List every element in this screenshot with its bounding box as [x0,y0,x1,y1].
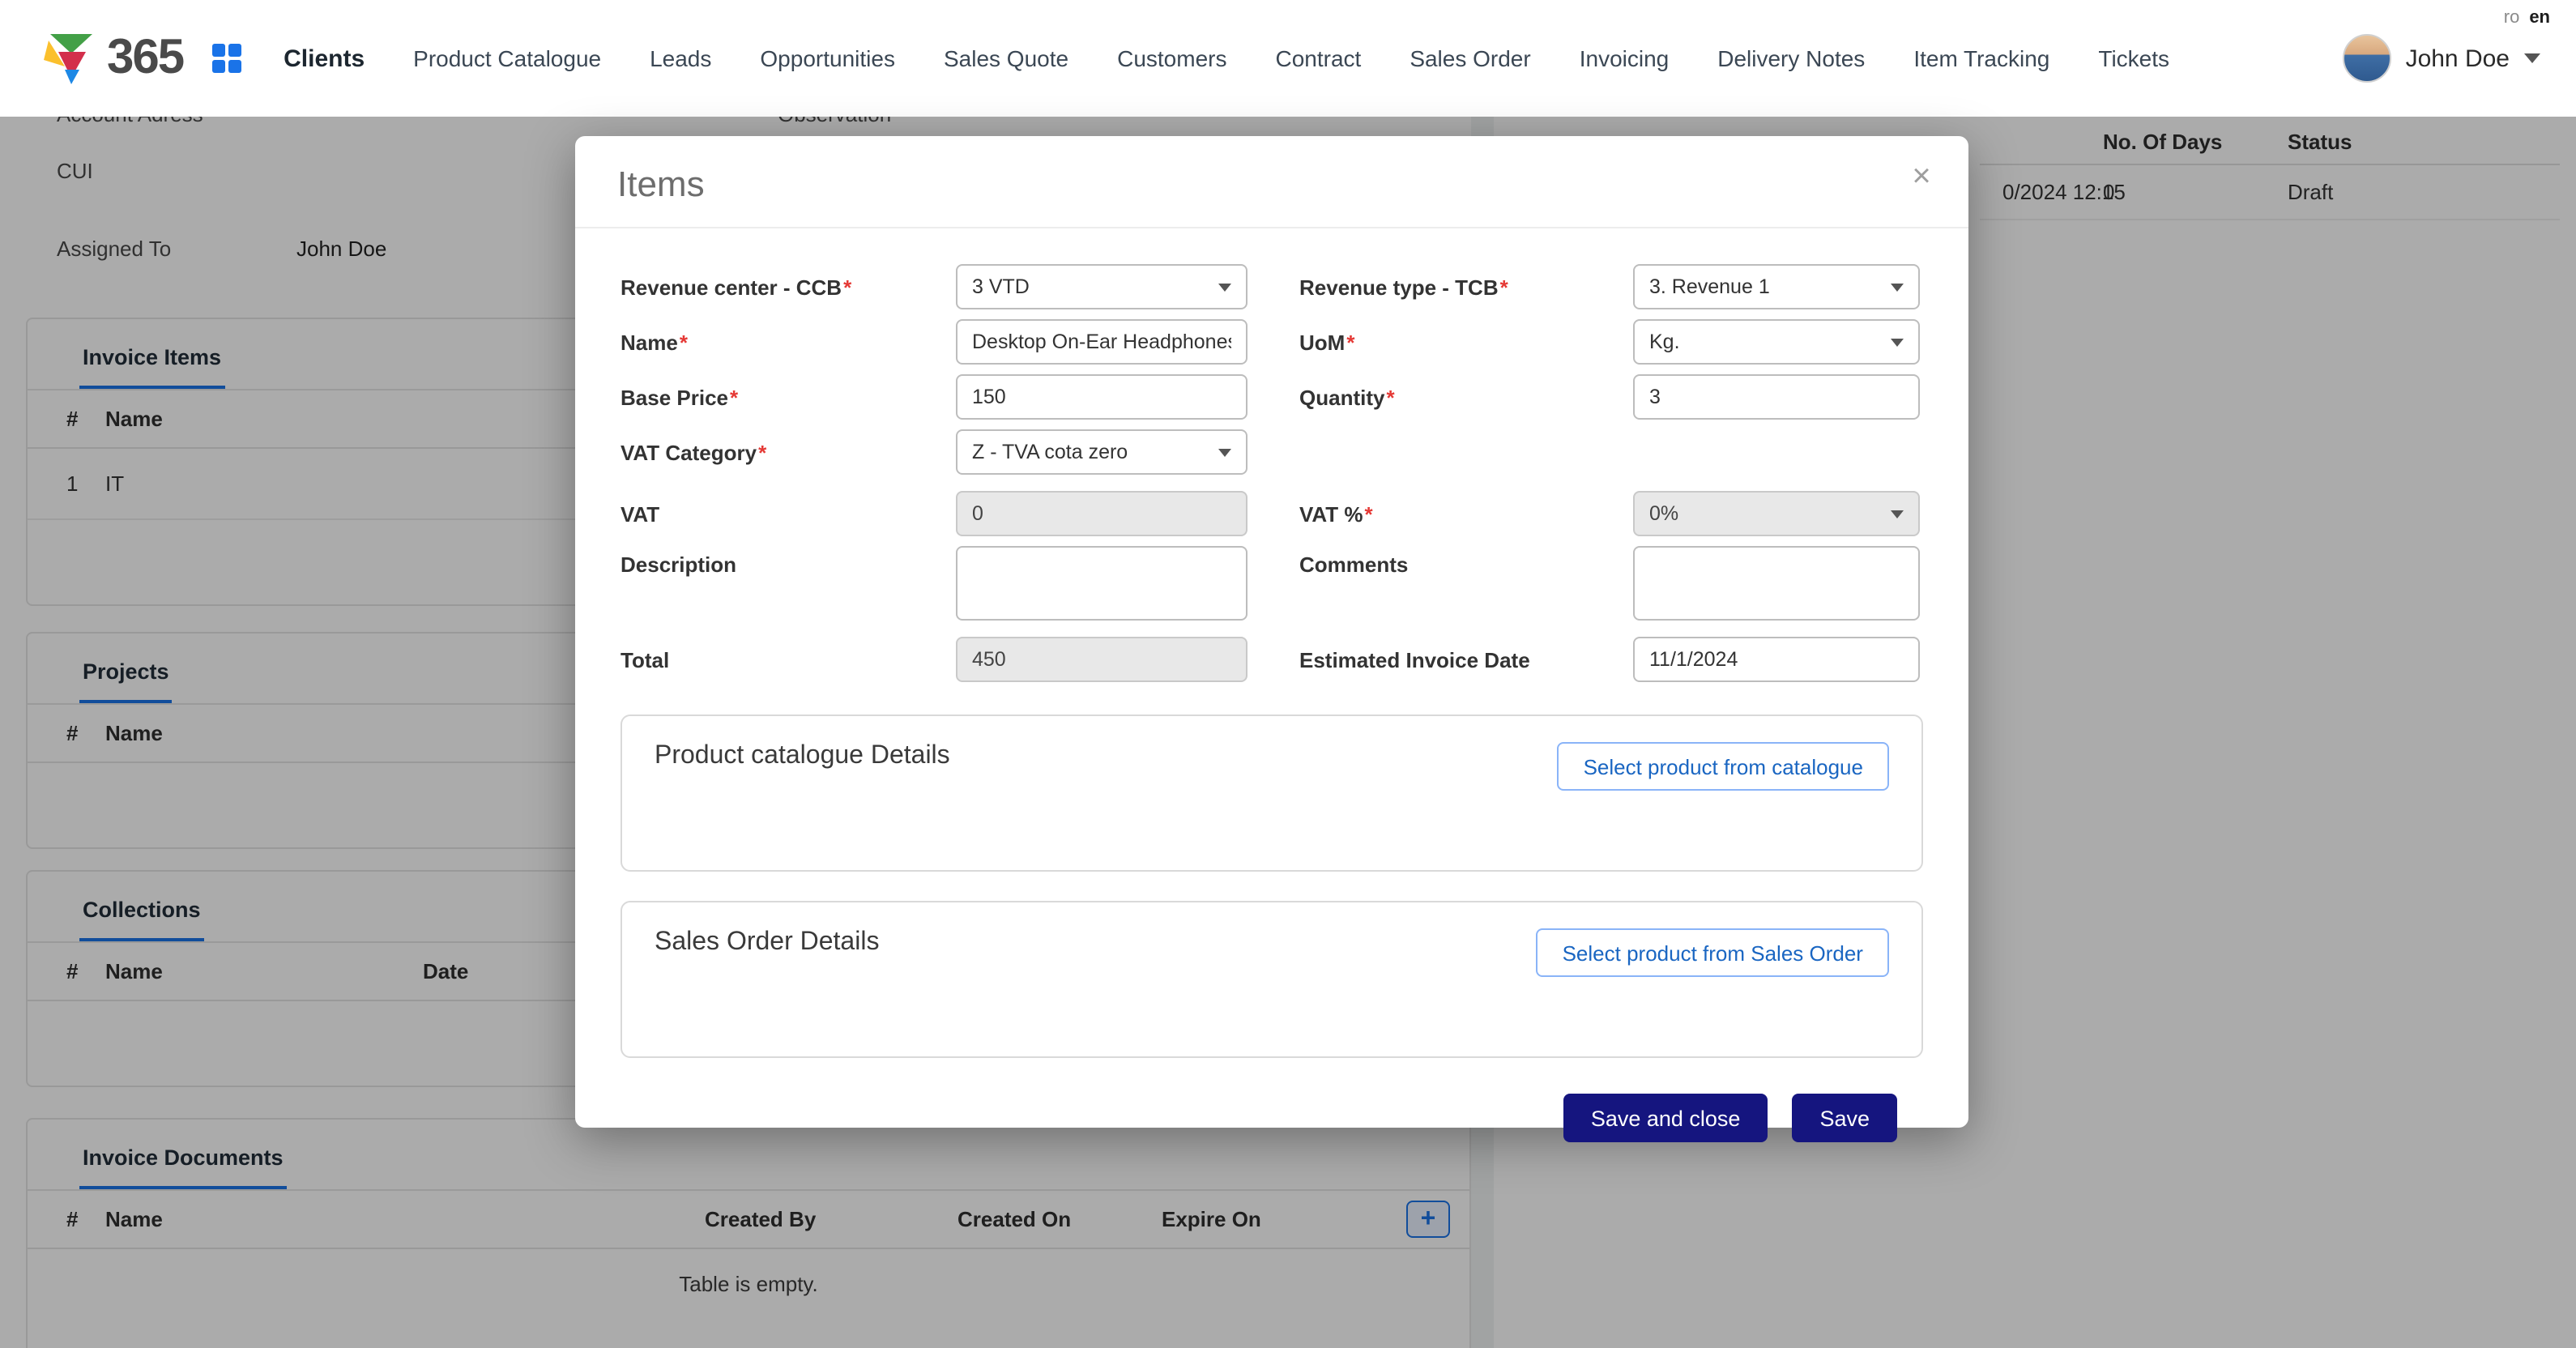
revenue-center-value: 3 VTD [972,275,1030,298]
nav-item-invoicing[interactable]: Invoicing [1580,45,1670,71]
nav-item-product-catalogue[interactable]: Product Catalogue [413,45,601,71]
logo-icon [42,31,104,86]
vat-percent-value: 0% [1649,502,1678,525]
language-switcher: roen [2504,8,2550,28]
logo-text: 365 [107,31,183,86]
nav-item-tickets[interactable]: Tickets [2098,45,2169,71]
required-marker: * [843,275,851,299]
required-marker: * [1500,275,1508,299]
vat-category-value: Z - TVA cota zero [972,441,1128,463]
comments-label: Comments [1299,546,1633,577]
lang-en[interactable]: en [2529,8,2550,28]
comments-textarea[interactable] [1633,546,1920,621]
required-marker: * [730,385,738,409]
quantity-input[interactable] [1633,374,1920,420]
nav-item-customers[interactable]: Customers [1117,45,1226,71]
save-button[interactable]: Save [1792,1094,1897,1142]
revenue-center-select[interactable]: 3 VTD [956,264,1247,309]
quantity-label: Quantity* [1299,385,1633,409]
product-catalogue-section: Product catalogue Details Select product… [621,715,1923,872]
nav-item-delivery-notes[interactable]: Delivery Notes [1717,45,1865,71]
nav-item-leads[interactable]: Leads [650,45,711,71]
item-form: Revenue center - CCB* 3 VTD Revenue type… [575,228,1968,682]
uom-value: Kg. [1649,331,1680,353]
vat-percent-label: VAT %* [1299,501,1633,526]
main-nav: Clients Product Catalogue Leads Opportun… [284,45,2169,72]
nav-item-sales-quote[interactable]: Sales Quote [944,45,1068,71]
estimated-invoice-date-label: Estimated Invoice Date [1299,647,1633,672]
vat-percent-select: 0% [1633,491,1920,536]
revenue-type-value: 3. Revenue 1 [1649,275,1770,298]
required-marker: * [1346,330,1354,354]
select-product-from-sales-order-button[interactable]: Select product from Sales Order [1537,928,1889,977]
required-marker: * [1386,385,1394,409]
revenue-type-select[interactable]: 3. Revenue 1 [1633,264,1920,309]
revenue-center-label: Revenue center - CCB* [621,275,956,299]
select-product-from-catalogue-button[interactable]: Select product from catalogue [1558,742,1889,791]
sales-order-section-title: Sales Order Details [655,928,879,958]
base-price-input[interactable] [956,374,1247,420]
top-navigation-bar: 365 Clients Product Catalogue Leads Oppo… [0,0,2576,117]
user-menu[interactable]: John Doe [2343,34,2540,83]
app-logo[interactable]: 365 [42,31,183,86]
avatar [2343,34,2391,83]
vat-input [956,491,1247,536]
required-marker: * [758,440,766,464]
revenue-type-label: Revenue type - TCB* [1299,275,1633,299]
page: Account Adress Observation CUI Assigned … [0,0,2576,1348]
base-price-label: Base Price* [621,385,956,409]
uom-select[interactable]: Kg. [1633,319,1920,365]
estimated-invoice-date-input[interactable] [1633,637,1920,682]
chevron-down-icon [1891,338,1904,346]
chevron-down-icon [1891,510,1904,518]
vat-label: VAT [621,501,956,526]
modal-footer: Save and close Save [575,1094,1897,1142]
chevron-down-icon [2524,53,2540,63]
close-icon[interactable]: × [1900,156,1943,198]
user-name: John Doe [2406,45,2510,72]
description-textarea[interactable] [956,546,1247,621]
chevron-down-icon [1218,283,1231,291]
save-and-close-button[interactable]: Save and close [1563,1094,1768,1142]
nav-item-opportunities[interactable]: Opportunities [760,45,895,71]
uom-label: UoM* [1299,330,1633,354]
total-input [956,637,1247,682]
chevron-down-icon [1218,448,1231,456]
nav-item-clients[interactable]: Clients [284,45,365,72]
modal-title: Items [617,164,705,204]
vat-category-select[interactable]: Z - TVA cota zero [956,429,1247,475]
vat-category-label: VAT Category* [621,440,956,464]
chevron-down-icon [1891,283,1904,291]
items-modal: Items × Revenue center - CCB* 3 VTD Reve… [575,136,1968,1128]
sales-order-section: Sales Order Details Select product from … [621,901,1923,1058]
name-label: Name* [621,330,956,354]
lang-ro[interactable]: ro [2504,8,2520,28]
description-label: Description [621,546,956,577]
required-marker: * [680,330,688,354]
modal-header: Items × [575,136,1968,228]
apps-grid-icon[interactable] [212,44,241,73]
total-label: Total [621,647,956,672]
nav-item-contract[interactable]: Contract [1275,45,1361,71]
required-marker: * [1365,501,1373,526]
nav-item-sales-order[interactable]: Sales Order [1410,45,1530,71]
product-catalogue-section-title: Product catalogue Details [655,742,950,771]
nav-item-item-tracking[interactable]: Item Tracking [1913,45,2049,71]
name-input[interactable] [956,319,1247,365]
